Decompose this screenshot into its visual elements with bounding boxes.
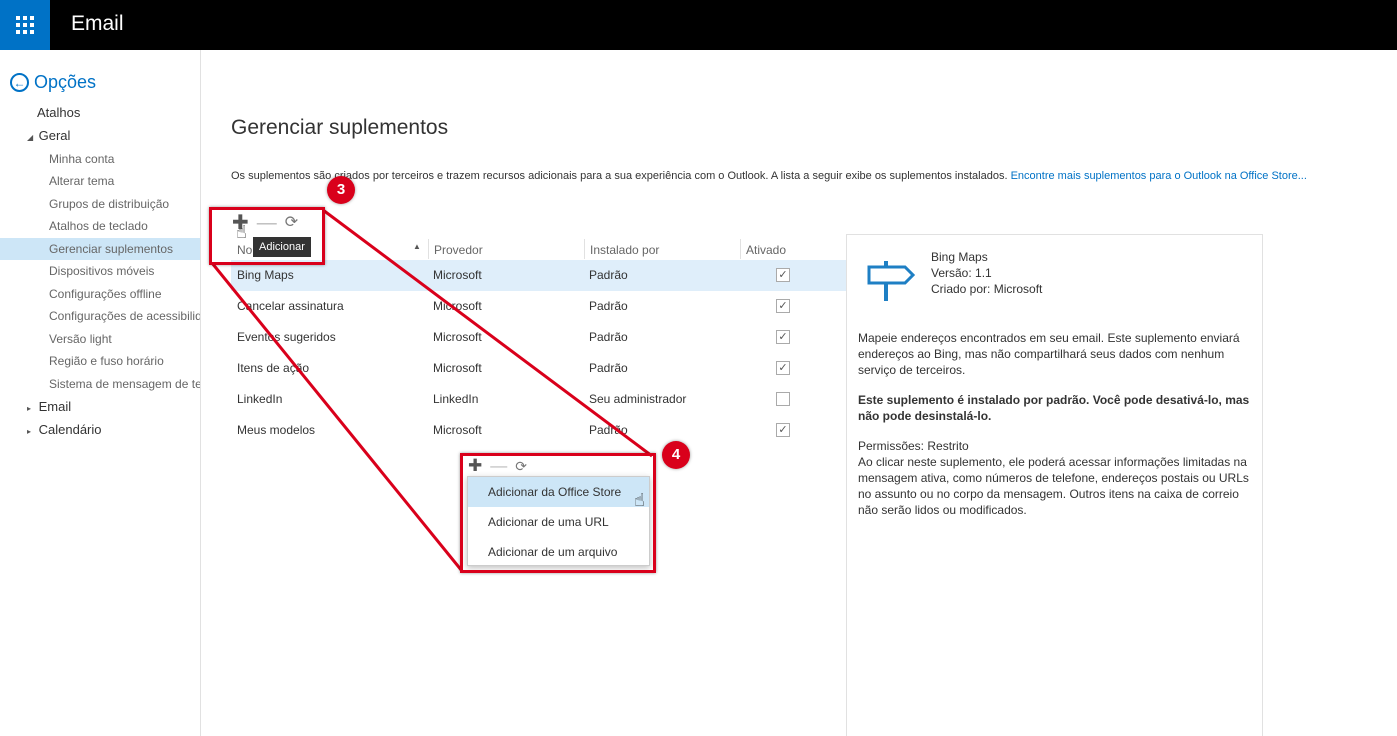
sidebar-item-sms[interactable]: Sistema de mensagem de texto <box>0 373 200 395</box>
addin-notice: Este suplemento é instalado por padrão. … <box>858 393 1250 423</box>
app-launcher-icon[interactable] <box>0 0 50 50</box>
back-arrow-icon: ← <box>10 73 29 92</box>
addin-permissions: Permissões: Restrito <box>858 439 969 453</box>
sidebar-item-atalhos[interactable]: Atalhos <box>0 102 200 124</box>
sidebar-item-email[interactable]: ▸ Email <box>0 396 200 418</box>
sidebar-item-geral[interactable]: ◢ Geral <box>0 125 200 147</box>
page-title: Gerenciar suplementos <box>231 116 449 139</box>
sidebar-item-calendario[interactable]: ▸ Calendário <box>0 419 200 441</box>
step-badge-3: 3 <box>327 176 355 204</box>
table-row[interactable]: Meus modelos Microsoft Padrão ✓ <box>231 415 846 446</box>
step-badge-4: 4 <box>662 441 690 469</box>
office-store-link[interactable]: Encontre mais suplementos para o Outlook… <box>1011 170 1307 182</box>
caret-right-icon: ▸ <box>27 427 32 436</box>
top-bar: Email <box>0 0 1397 50</box>
table-row[interactable]: Itens de ação Microsoft Padrão ✓ <box>231 353 846 384</box>
enabled-checkbox[interactable]: ✓ <box>776 361 790 375</box>
addin-creator: Criado por: Microsoft <box>931 282 1043 296</box>
addin-details-pane: Bing Maps Versão: 1.1 Criado por: Micros… <box>846 234 1263 736</box>
addin-name: Bing Maps <box>931 250 988 264</box>
enabled-checkbox[interactable]: ✓ <box>776 268 790 282</box>
caret-right-icon: ▸ <box>27 404 32 413</box>
enabled-checkbox[interactable] <box>776 392 790 406</box>
annotation-box-step-3 <box>209 207 325 265</box>
sort-up-icon: ▲ <box>413 242 421 251</box>
addin-meta: Bing Maps Versão: 1.1 Criado por: Micros… <box>931 249 1042 297</box>
caret-down-icon: ◢ <box>27 133 34 142</box>
app-title: Email <box>71 12 124 35</box>
enabled-checkbox[interactable]: ✓ <box>776 330 790 344</box>
options-sidebar: ← Opções Atalhos ◢ Geral Minha conta Alt… <box>0 50 201 736</box>
sidebar-item-offline[interactable]: Configurações offline <box>0 283 200 305</box>
addin-version: Versão: 1.1 <box>931 266 992 280</box>
sidebar-item-alterar-tema[interactable]: Alterar tema <box>0 170 200 192</box>
sidebar-item-versao-light[interactable]: Versão light <box>0 328 200 350</box>
table-row[interactable]: LinkedIn LinkedIn Seu administrador <box>231 384 846 415</box>
sidebar-item-regiao[interactable]: Região e fuso horário <box>0 350 200 372</box>
addin-permissions-desc: Ao clicar neste suplemento, ele poderá a… <box>858 455 1249 517</box>
annotation-box-step-4 <box>460 453 656 573</box>
addin-description: Mapeie endereços encontrados em seu emai… <box>858 331 1240 377</box>
sidebar-item-acessibilidade[interactable]: Configurações de acessibilidade <box>0 305 200 327</box>
signpost-icon <box>867 261 916 301</box>
intro-text: Os suplementos são criados por terceiros… <box>231 170 1307 182</box>
enabled-checkbox[interactable]: ✓ <box>776 423 790 437</box>
sidebar-item-dispositivos[interactable]: Dispositivos móveis <box>0 260 200 282</box>
table-row[interactable]: Eventos sugeridos Microsoft Padrão ✓ <box>231 322 846 353</box>
sidebar-item-atalhos-teclado[interactable]: Atalhos de teclado <box>0 215 200 237</box>
sidebar-item-grupos[interactable]: Grupos de distribuição <box>0 193 200 215</box>
sidebar-item-minha-conta[interactable]: Minha conta <box>0 148 200 170</box>
table-row[interactable]: Cancelar assinatura Microsoft Padrão ✓ <box>231 291 846 322</box>
enabled-checkbox[interactable]: ✓ <box>776 299 790 313</box>
sidebar-item-gerenciar-suplementos[interactable]: Gerenciar suplementos <box>0 238 200 260</box>
back-to-options-button[interactable]: ← Opções <box>10 72 96 93</box>
back-label: Opções <box>34 72 97 92</box>
